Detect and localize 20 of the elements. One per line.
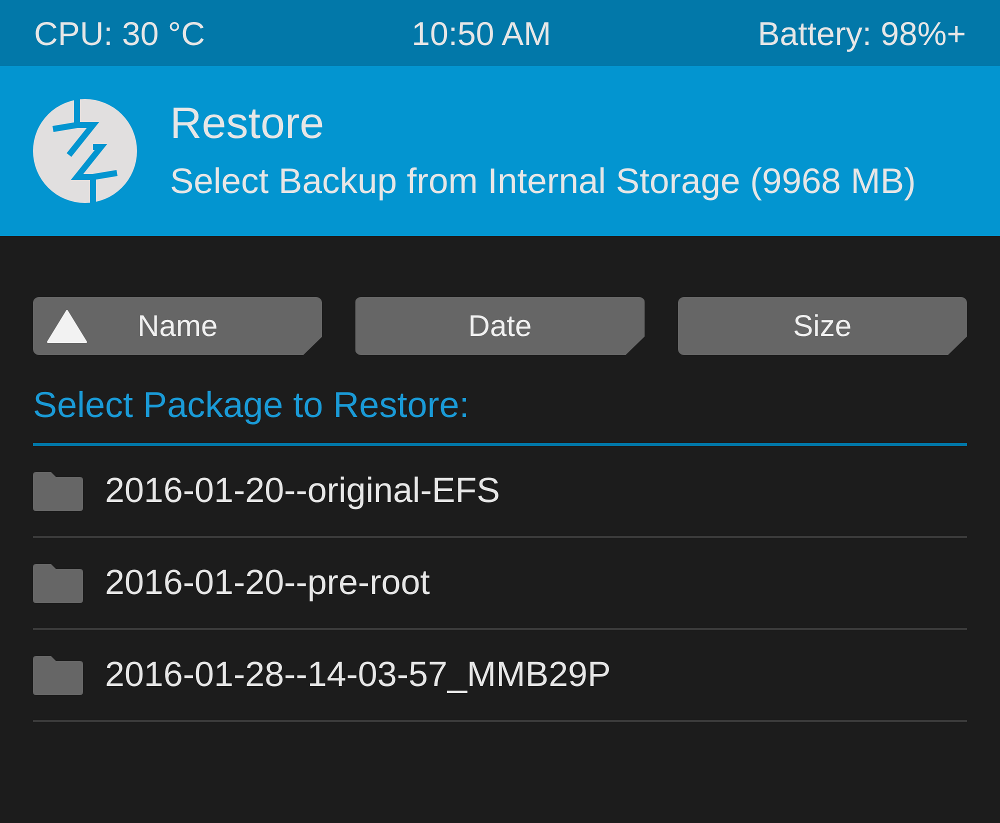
sort-ascending-icon: [47, 310, 87, 343]
sort-button[interactable]: Date: [355, 297, 645, 355]
circle-arrows-logo-icon: [33, 99, 137, 203]
clock-time: 10:50 AM: [412, 16, 552, 50]
sort-button[interactable]: Size: [678, 297, 967, 355]
battery-level: Battery: 98%+: [758, 16, 966, 50]
folder-icon: [33, 564, 83, 602]
package-row[interactable]: 2016-01-20--pre-root: [33, 538, 967, 630]
cpu-temperature: CPU: 30 °C: [34, 16, 205, 50]
package-name: 2016-01-28--14-03-57_MMB29P: [105, 654, 611, 696]
sort-button[interactable]: Name: [33, 297, 322, 355]
package-name: 2016-01-20--pre-root: [105, 562, 430, 604]
page-subtitle: Select Backup from Internal Storage (9968 MB): [170, 164, 916, 200]
package-name: 2016-01-20--original-EFS: [105, 470, 500, 512]
list-heading: Select Package to Restore:: [33, 387, 470, 423]
package-row[interactable]: 2016-01-20--original-EFS: [33, 446, 967, 538]
page-title: Restore: [170, 102, 326, 146]
folder-icon: [33, 656, 83, 694]
folder-icon: [33, 472, 83, 510]
package-row[interactable]: 2016-01-28--14-03-57_MMB29P: [33, 630, 967, 722]
